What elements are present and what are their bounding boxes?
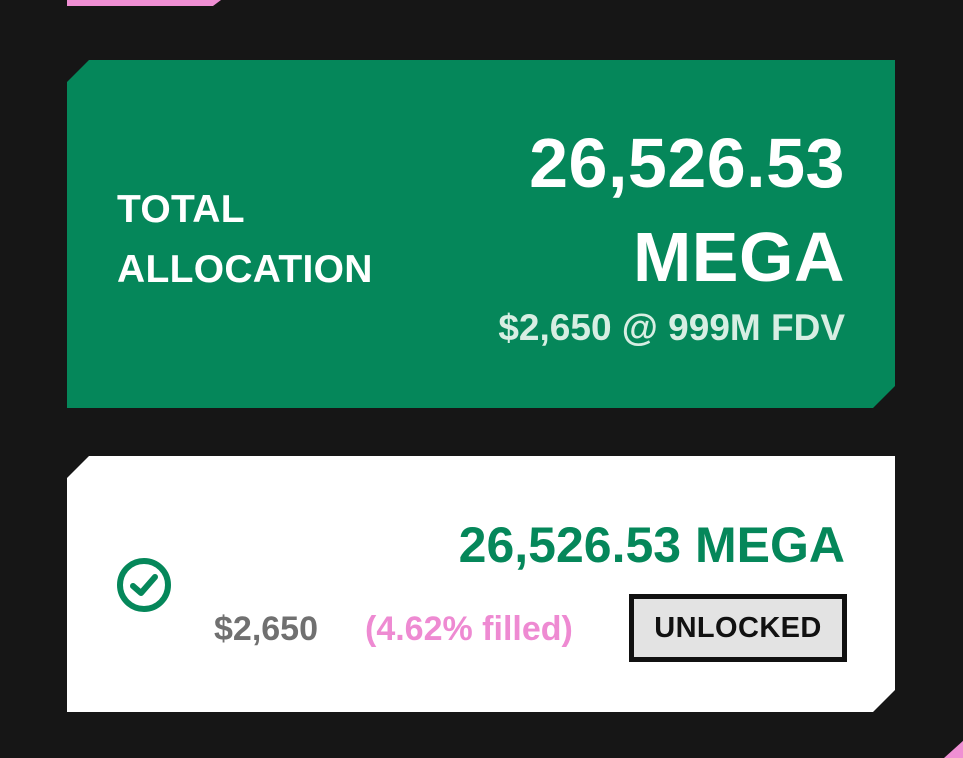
total-allocation-card: TOTAL ALLOCATION 26,526.53 MEGA $2,650 @… [67,60,895,408]
total-amount-number: 26,526.53 [529,124,845,202]
allocation-fill-status: (4.62% filled) [365,610,573,648]
total-allocation-amount: 26,526.53 MEGA [345,116,845,304]
total-usd-fdv-value: $2,650 @ 999M FDV [498,307,845,348]
pink-accent-strip [67,0,221,6]
pink-corner-accent [944,740,963,758]
allocation-entry-card: 26,526.53 MEGA $2,650 (4.62% filled) UNL… [67,456,895,712]
allocation-entry-amount: 26,526.53 MEGA [458,517,845,573]
check-circle-icon [115,556,173,614]
total-amount-token: MEGA [633,218,845,296]
unlocked-status-badge: UNLOCKED [629,594,847,662]
allocation-entry-usd-value: $2,650 [214,610,318,648]
